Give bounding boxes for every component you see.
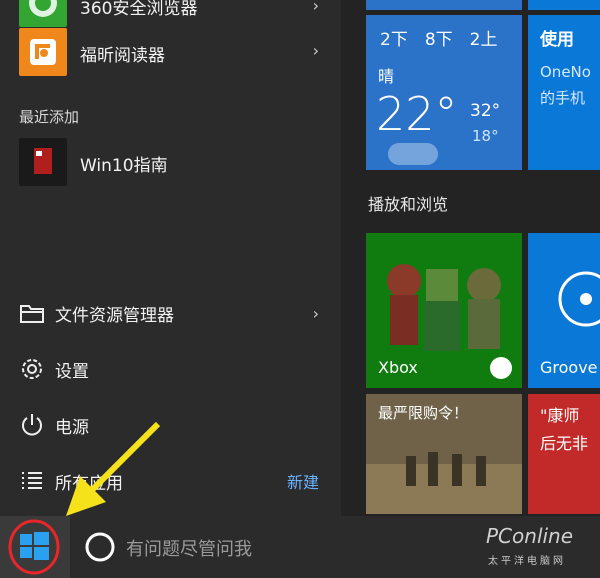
yellow-arrow-annotation (66, 421, 161, 516)
